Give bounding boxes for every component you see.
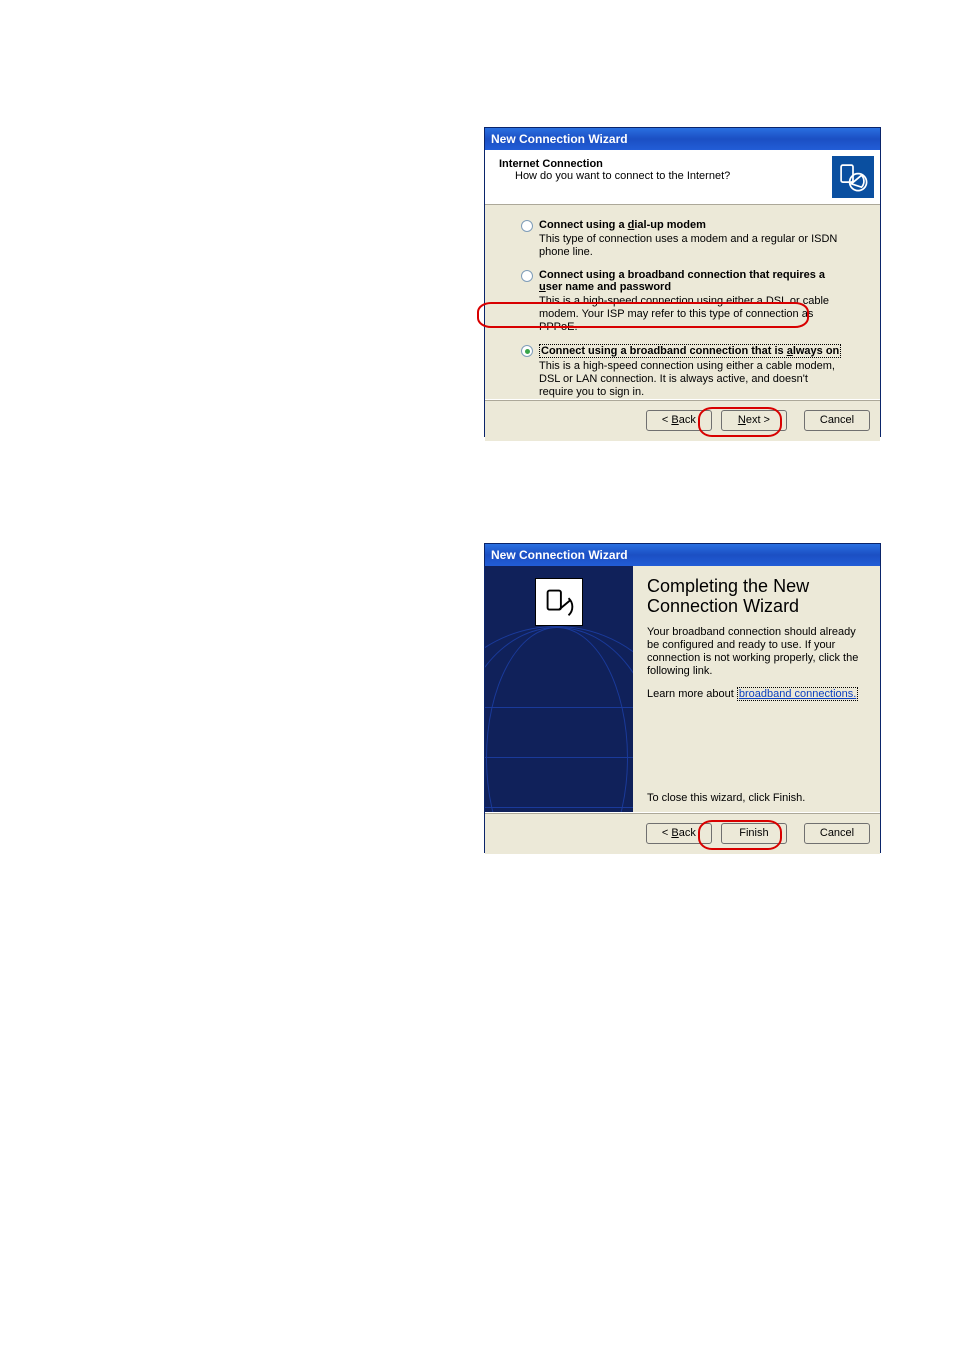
wizard-left-pane [485, 566, 633, 812]
back-button-2[interactable]: < Back [646, 823, 712, 844]
broadband-connections-link[interactable]: broadband connections. [737, 687, 858, 701]
cancel-button-1[interactable]: Cancel [804, 410, 870, 431]
completing-para: Your broadband connection should already… [647, 626, 866, 678]
titlebar-2[interactable]: New Connection Wizard [485, 544, 880, 566]
options-area: Connect using a dial-up modem This type … [485, 205, 880, 399]
wizard-right-pane: Completing the New Connection Wizard You… [633, 566, 880, 812]
next-button-1[interactable]: Next > [721, 410, 787, 431]
learn-more-line: Learn more about broadband connections. [647, 688, 866, 701]
buttonbar-1: < Back Next > Cancel [485, 399, 880, 441]
titlebar-1[interactable]: New Connection Wizard [485, 128, 880, 150]
header-subtitle: How do you want to connect to the Intern… [515, 170, 870, 182]
network-globe-icon [832, 156, 874, 198]
option-pppoe-label: Connect using a broadband connection tha… [539, 269, 844, 293]
modem-icon [535, 578, 583, 626]
radio-pppoe[interactable] [521, 270, 533, 282]
titlebar-1-text: New Connection Wizard [491, 132, 628, 146]
completing-heading: Completing the New Connection Wizard [647, 576, 866, 616]
option-always-on-label: Connect using a broadband connection tha… [539, 344, 844, 358]
option-always-on[interactable]: Connect using a broadband connection tha… [521, 344, 844, 399]
wizard-dialog-2: New Connection Wizard Completing the New… [484, 543, 881, 853]
buttonbar-2: < Back Finish Cancel [485, 812, 880, 854]
back-button-1[interactable]: < Back [646, 410, 712, 431]
option-dialup-desc: This type of connection uses a modem and… [539, 233, 844, 259]
option-pppoe-desc: This is a high-speed connection using ei… [539, 295, 844, 334]
close-instruction: To close this wizard, click Finish. [647, 792, 805, 804]
finish-button[interactable]: Finish [721, 823, 787, 844]
radio-dialup[interactable] [521, 220, 533, 232]
option-dialup[interactable]: Connect using a dial-up modem This type … [521, 219, 844, 259]
radio-always-on[interactable] [521, 345, 533, 357]
header-title: Internet Connection [499, 158, 870, 170]
globe-art [485, 626, 633, 812]
wizard-dialog-1: New Connection Wizard Internet Connectio… [484, 127, 881, 437]
header-strip: Internet Connection How do you want to c… [485, 150, 880, 205]
wizard-body-2: Completing the New Connection Wizard You… [485, 566, 880, 812]
option-pppoe[interactable]: Connect using a broadband connection tha… [521, 269, 844, 334]
titlebar-2-text: New Connection Wizard [491, 548, 628, 562]
option-always-on-desc: This is a high-speed connection using ei… [539, 360, 844, 399]
cancel-button-2[interactable]: Cancel [804, 823, 870, 844]
option-dialup-label: Connect using a dial-up modem [539, 219, 844, 231]
